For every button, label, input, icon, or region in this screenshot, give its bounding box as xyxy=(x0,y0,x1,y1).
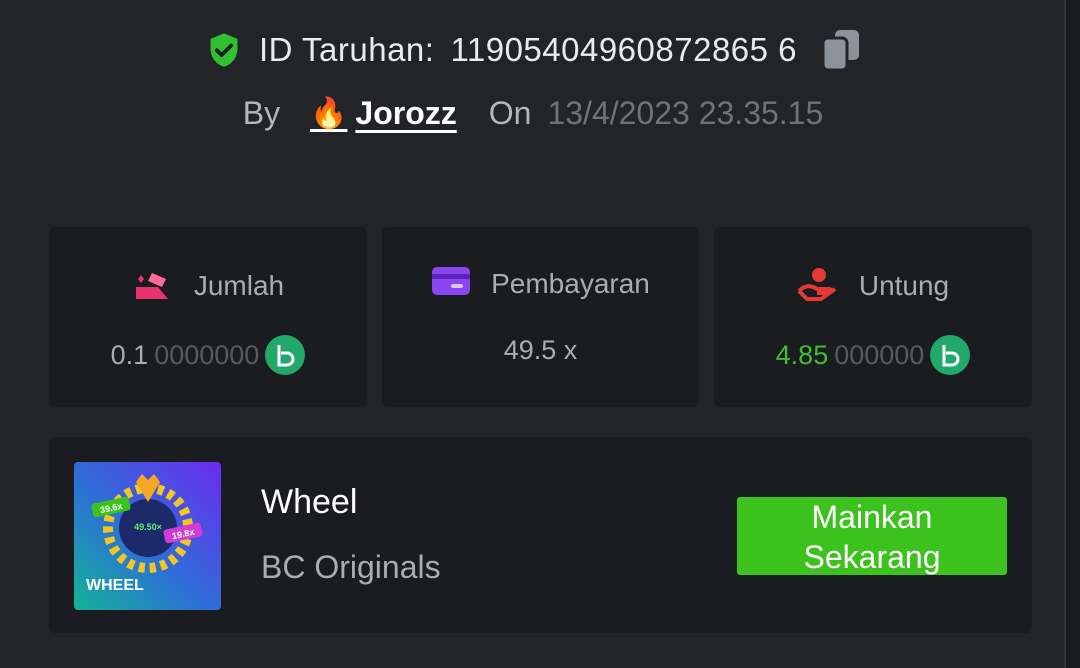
amount-value: 0.1 xyxy=(110,339,149,370)
fire-icon: 🔥 xyxy=(310,96,348,130)
game-title: Wheel xyxy=(261,483,358,521)
wheel-game-thumbnail[interactable]: 39.6x 19.8x 49.50× WHEEL xyxy=(74,462,221,610)
play-now-button[interactable]: Mainkan Sekarang xyxy=(737,497,1007,575)
bet-id-row: ID Taruhan: 11905404960872865 6 xyxy=(0,28,1066,72)
play-now-label-line1: Mainkan xyxy=(811,499,933,535)
user-profile-link[interactable]: 🔥 Jorozz xyxy=(310,95,457,132)
payout-value: 49.5 x xyxy=(503,335,578,365)
bet-datetime: 13/4/2023 23.35.15 xyxy=(547,94,824,131)
on-label: On xyxy=(488,94,532,131)
game-card: 39.6x 19.8x 49.50× WHEEL Wheel BC Origin… xyxy=(49,437,1032,633)
game-provider: BC Originals xyxy=(261,549,441,585)
bet-amount-icon xyxy=(132,265,174,306)
bet-id-value: 11905404960872865 6 xyxy=(450,31,798,68)
amount-label: Jumlah xyxy=(193,269,285,301)
payout-label: Pembayaran xyxy=(491,267,650,299)
username: Jorozz xyxy=(355,94,457,131)
bet-id-label: ID Taruhan: xyxy=(258,31,435,68)
bet-meta-row: By 🔥 Jorozz On 13/4/2023 23.35.15 xyxy=(0,90,1066,136)
payout-card: Pembayaran 49.5 x xyxy=(382,227,699,407)
profit-card: Untung 4.85 000000 xyxy=(714,227,1032,407)
shield-check-icon xyxy=(205,31,243,69)
bc-coin-icon xyxy=(265,335,306,375)
thumb-game-name: WHEEL xyxy=(86,577,144,594)
hand-coin-icon xyxy=(797,265,839,306)
profit-value: 4.85 xyxy=(775,339,829,370)
profit-label: Untung xyxy=(858,269,950,301)
by-label: By xyxy=(242,94,281,131)
profit-value-decimals: 000000 xyxy=(834,339,925,370)
amount-card: Jumlah 0.1 0000000 xyxy=(49,227,367,407)
play-now-label-line2: Sekarang xyxy=(803,539,941,575)
amount-value-decimals: 0000000 xyxy=(154,339,260,370)
thumb-center-multiplier: 49.50× xyxy=(134,522,162,532)
copy-icon[interactable] xyxy=(821,28,861,72)
wallet-card-icon xyxy=(431,265,471,302)
bc-coin-icon xyxy=(930,335,971,375)
scrollbar-track[interactable] xyxy=(1064,0,1080,668)
